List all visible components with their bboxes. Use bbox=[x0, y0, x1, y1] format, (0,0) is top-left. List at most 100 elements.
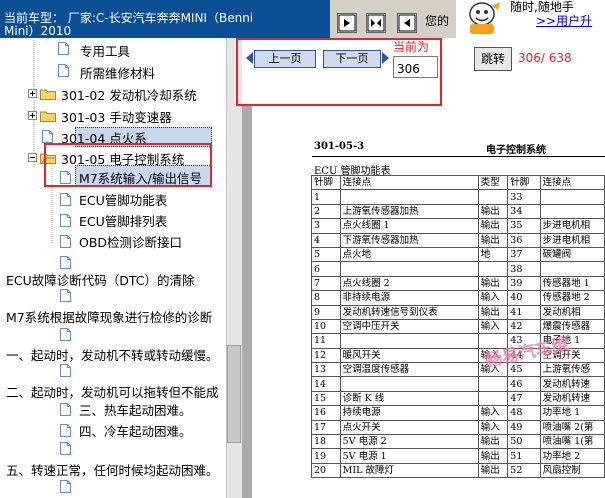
tree-item-no-crank[interactable]: 一、起动时，发动机不转或转动缓慢。 bbox=[6, 345, 219, 364]
table-cell: 49 bbox=[507, 419, 541, 436]
table-cell: 功率地 1 bbox=[539, 405, 605, 421]
document-icon bbox=[58, 64, 69, 77]
table-cell: 输出 bbox=[477, 304, 509, 320]
table-row: 9 发动机转速信号到仪表 输出 41 发动机相 bbox=[311, 304, 605, 320]
table-cell: 38 bbox=[507, 261, 541, 277]
ad-upgrade-link[interactable]: >>用户升 bbox=[536, 12, 592, 29]
table-row: 5 点火地地 37 碳罐阀 bbox=[311, 246, 605, 263]
nav-forward-button[interactable] bbox=[397, 13, 417, 33]
tree-item-ecu-pin-function[interactable]: ECU管脚功能表 bbox=[79, 190, 167, 209]
tree-item-obd-interface[interactable]: OBD检测诊断接口 bbox=[79, 232, 182, 251]
table-cell bbox=[477, 189, 509, 205]
table-cell: 36 bbox=[507, 232, 541, 248]
table-header-cell: 针脚 bbox=[311, 174, 341, 191]
tree-item-special-tools[interactable]: 专用工具 bbox=[80, 41, 130, 60]
nav-back-button[interactable] bbox=[337, 13, 357, 33]
table-cell: 点火线圈 1 bbox=[339, 218, 479, 234]
tree-item-m7-symptom-diagnosis[interactable]: M7系统根据故障现象进行检修的诊断 bbox=[6, 307, 212, 326]
table-cell: 上游氧传感器加热 bbox=[339, 203, 479, 220]
table-cell bbox=[477, 390, 509, 407]
table-row: 6 38 bbox=[311, 261, 605, 277]
table-cell: 输出 bbox=[477, 275, 509, 292]
table-cell: 空调中压开关 bbox=[339, 318, 479, 335]
ecu-pin-table: 针脚 连接点 类型 针脚 连接点 1 33 2 上游氧传感器加热 输出 34 3 点火线圈 1 输出 35 步… bbox=[311, 174, 605, 479]
table-cell: 输出 bbox=[477, 448, 509, 464]
table-cell: 3 bbox=[311, 218, 341, 234]
table-cell: 34 bbox=[507, 203, 541, 220]
table-cell bbox=[339, 376, 479, 392]
table-cell bbox=[539, 189, 605, 205]
jump-button[interactable]: 跳转 bbox=[474, 47, 512, 71]
table-cell: 20 bbox=[311, 462, 341, 479]
table-row: 7 点火线圈 2 输出 39 传感器地 1 bbox=[311, 275, 605, 292]
table-cell: 12 bbox=[311, 347, 341, 364]
table-cell: 11 bbox=[311, 333, 341, 349]
tree-item-cold-start[interactable]: 四、冷车起动困难。 bbox=[79, 421, 192, 440]
document-icon bbox=[60, 235, 71, 248]
current-model-bar: 当前车型： 厂家:C-长安汽车奔奔MINI（Benni Mini）2010 bbox=[0, 0, 330, 38]
table-row: 17 点火开关 输入 49 喷油嘴 2(第 bbox=[311, 419, 605, 436]
folder-icon bbox=[40, 111, 56, 122]
table-row: 16 持续电源 输入 48 功率地 1 bbox=[311, 405, 605, 421]
document-icon bbox=[42, 130, 53, 143]
table-cell: 18 bbox=[311, 434, 341, 450]
table-cell: 6 bbox=[311, 261, 341, 277]
table-cell: 47 bbox=[507, 390, 541, 407]
table-cell: 2 bbox=[311, 203, 341, 220]
table-cell: 点火线圈 2 bbox=[339, 275, 479, 292]
table-cell: 喷油嘴 1(第 bbox=[539, 434, 605, 450]
doc-section-title: 电子控制系统 bbox=[486, 145, 546, 156]
tree-item-dtc-clear[interactable]: ECU故障诊断代码（DTC）的清除 bbox=[6, 270, 195, 289]
table-header-cell: 类型 bbox=[477, 174, 509, 191]
folder-icon bbox=[40, 89, 56, 100]
table-cell bbox=[477, 261, 509, 277]
tree-item-normal-rpm-hard-start[interactable]: 五、转速正常，任何时候均起动困难。 bbox=[6, 460, 219, 479]
table-cell: 5 bbox=[311, 246, 341, 263]
table-cell: 50 bbox=[507, 434, 541, 450]
highlight-box-toolbar bbox=[236, 38, 442, 106]
table-cell: 发动机相 bbox=[539, 304, 605, 320]
table-cell: 5V 电源 2 bbox=[339, 434, 479, 450]
table-cell: 52 bbox=[507, 462, 541, 479]
table-cell: 地 bbox=[477, 246, 509, 263]
table-cell: 37 bbox=[507, 246, 541, 263]
tree-item-ecu-pin-layout[interactable]: ECU管脚排列表 bbox=[79, 211, 167, 230]
nav-split-button[interactable] bbox=[366, 13, 386, 33]
table-row: 19 5V 电源 1 输出 51 功率地 2 bbox=[311, 448, 605, 464]
document-icon bbox=[58, 42, 69, 55]
tree-item-crank-no-start[interactable]: 二、起动时，发动机可以拖转但不能成 bbox=[6, 382, 219, 401]
doc-header-rule bbox=[312, 156, 605, 157]
table-header-cell: 连接点 bbox=[539, 174, 605, 191]
table-row: 13 空调温度传感器 输入 45 上游氧传感 bbox=[311, 362, 605, 378]
document-icon bbox=[60, 193, 71, 206]
table-cell bbox=[339, 189, 479, 205]
table-cell: 46 bbox=[507, 376, 541, 392]
document-icon bbox=[60, 214, 71, 227]
table-cell: 51 bbox=[507, 448, 541, 464]
table-row: 14 46 发动机转速 bbox=[311, 376, 605, 392]
table-cell bbox=[539, 261, 605, 277]
document-icon bbox=[60, 328, 71, 341]
table-cell: 点火开关 bbox=[339, 419, 479, 436]
document-icon bbox=[60, 403, 71, 416]
table-cell bbox=[339, 333, 479, 349]
table-cell: 40 bbox=[507, 290, 541, 306]
table-cell: 10 bbox=[311, 318, 341, 335]
table-cell: 碳罐阀 bbox=[539, 246, 605, 263]
table-cell: 传感器地 2 bbox=[539, 290, 605, 306]
tree-item-301-03[interactable]: 301-03 手动变速器 bbox=[61, 107, 172, 126]
table-cell: 暖风开关 bbox=[339, 347, 479, 364]
tree-item-repair-materials[interactable]: 所需维修材料 bbox=[80, 63, 155, 82]
table-cell: 喷油嘴 2(第 bbox=[539, 419, 605, 436]
table-cell: 步进电机相 bbox=[539, 218, 605, 234]
expand-plus-icon[interactable] bbox=[28, 89, 37, 98]
tree-item-301-02[interactable]: 301-02 发动机冷却系统 bbox=[61, 85, 197, 104]
tree-item-hot-start[interactable]: 三、热车起动困难。 bbox=[79, 400, 192, 419]
expand-plus-icon[interactable] bbox=[28, 111, 37, 120]
table-cell: 1 bbox=[311, 189, 341, 205]
doc-section-code: 301-05-3 bbox=[314, 141, 365, 152]
table-cell bbox=[339, 261, 479, 277]
scrollbar-thumb[interactable] bbox=[227, 345, 241, 443]
collapse-minus-icon[interactable] bbox=[28, 153, 37, 162]
table-cell: 发动机转速 bbox=[539, 376, 605, 392]
